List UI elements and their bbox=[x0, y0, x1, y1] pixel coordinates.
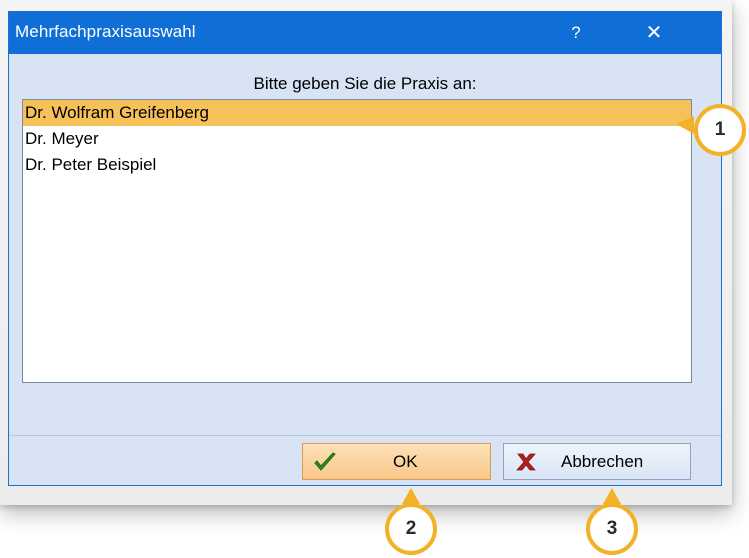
screenshot-stage: Mehrfachpraxisauswahl ? ✕ Bitte geben Si… bbox=[0, 0, 749, 558]
callout-2: 2 bbox=[385, 503, 437, 555]
close-button[interactable]: ✕ bbox=[639, 20, 669, 46]
cancel-button[interactable]: Abbrechen bbox=[503, 443, 691, 480]
ok-button-label: OK bbox=[393, 452, 418, 471]
help-button[interactable]: ? bbox=[561, 20, 591, 46]
prompt-text: Bitte geben Sie die Praxis an: bbox=[253, 74, 477, 93]
practice-selection-dialog: Mehrfachpraxisauswahl ? ✕ Bitte geben Si… bbox=[8, 11, 722, 486]
callout-1: 1 bbox=[694, 104, 746, 156]
callout-3: 3 bbox=[586, 503, 638, 555]
title-bar[interactable]: Mehrfachpraxisauswahl ? ✕ bbox=[9, 12, 721, 54]
practice-listbox[interactable]: Dr. Wolfram Greifenberg Dr. Meyer Dr. Pe… bbox=[22, 99, 692, 383]
x-icon bbox=[514, 451, 538, 473]
check-icon bbox=[313, 451, 337, 473]
footer-divider bbox=[9, 435, 721, 436]
list-item[interactable]: Dr. Wolfram Greifenberg bbox=[23, 100, 691, 126]
cancel-button-label: Abbrechen bbox=[561, 452, 644, 471]
ok-button[interactable]: OK bbox=[302, 443, 491, 480]
window-title: Mehrfachpraxisauswahl bbox=[15, 22, 196, 41]
list-item[interactable]: Dr. Peter Beispiel bbox=[23, 152, 691, 178]
list-item[interactable]: Dr. Meyer bbox=[23, 126, 691, 152]
